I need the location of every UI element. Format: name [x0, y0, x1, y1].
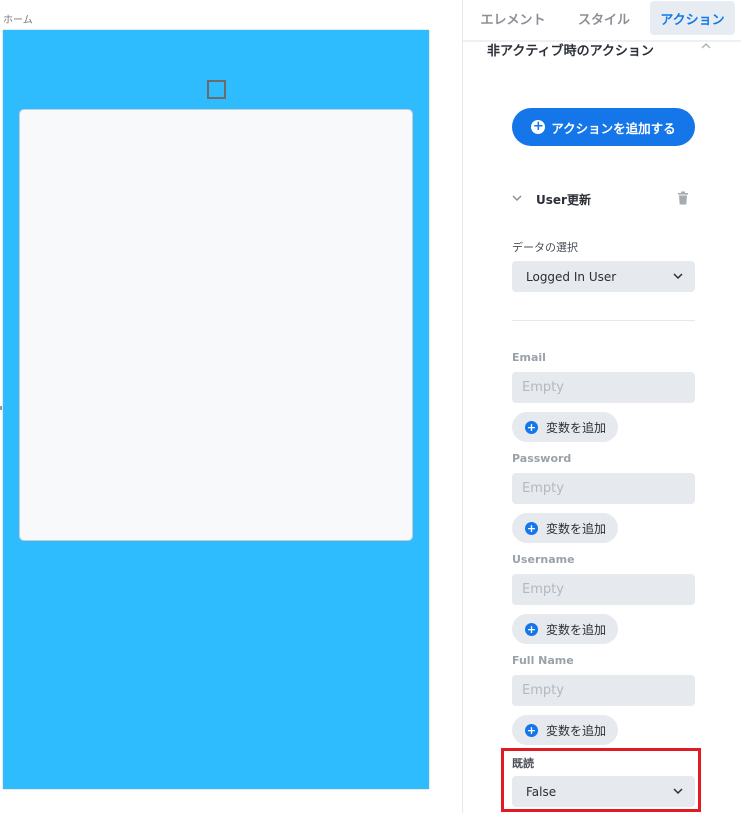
- trash-icon[interactable]: [677, 191, 689, 205]
- square-icon[interactable]: [207, 80, 226, 99]
- tab-element[interactable]: エレメント: [463, 1, 563, 35]
- username-label: Username: [512, 553, 575, 566]
- plus-circle-icon: +: [525, 622, 538, 636]
- email-field[interactable]: [512, 372, 695, 403]
- plus-circle-icon: +: [525, 420, 538, 434]
- divider: [512, 320, 695, 321]
- add-variable-label: 変数を追加: [546, 521, 607, 536]
- password-add-variable-button[interactable]: + 変数を追加: [512, 513, 618, 543]
- chevron-up-icon[interactable]: [701, 41, 711, 51]
- add-action-button[interactable]: + アクションを追加する: [512, 108, 695, 146]
- email-label: Email: [512, 351, 546, 364]
- panel-tabs: エレメント スタイル アクション: [463, 0, 741, 38]
- content-card[interactable]: [19, 109, 413, 541]
- section-title: 非アクティブ時のアクション: [487, 44, 654, 59]
- chevron-down-icon[interactable]: [512, 193, 522, 203]
- properties-panel: エレメント スタイル アクション 非アクティブ時のアクション + アクションを追…: [462, 0, 741, 813]
- action-title: User更新: [536, 193, 591, 207]
- page-label: ホーム: [3, 15, 33, 26]
- ruler-tick: [0, 406, 2, 410]
- plus-circle-icon: +: [525, 521, 538, 535]
- action-header[interactable]: User更新: [512, 190, 695, 208]
- tab-action[interactable]: アクション: [650, 1, 735, 35]
- data-select-value: Logged In User: [526, 269, 617, 284]
- email-add-variable-button[interactable]: + 変数を追加: [512, 412, 618, 442]
- add-variable-label: 変数を追加: [546, 420, 607, 435]
- full-name-label: Full Name: [512, 654, 574, 667]
- plus-circle-icon: +: [525, 723, 538, 737]
- data-select-label: データの選択: [512, 241, 578, 254]
- username-add-variable-button[interactable]: + 変数を追加: [512, 614, 618, 644]
- highlight-box: [501, 748, 701, 812]
- app-screen-preview[interactable]: [3, 30, 429, 789]
- data-select[interactable]: Logged In User: [512, 261, 695, 292]
- password-label: Password: [512, 452, 572, 465]
- password-field[interactable]: [512, 473, 695, 504]
- add-variable-label: 変数を追加: [546, 723, 607, 738]
- full-name-add-variable-button[interactable]: + 変数を追加: [512, 715, 618, 745]
- add-action-label: アクションを追加する: [551, 120, 676, 136]
- chevron-down-icon: [673, 273, 683, 280]
- username-field[interactable]: [512, 574, 695, 605]
- plus-circle-icon: +: [531, 119, 546, 134]
- add-variable-label: 変数を追加: [546, 622, 607, 637]
- tab-style[interactable]: スタイル: [563, 1, 645, 35]
- full-name-field[interactable]: [512, 675, 695, 706]
